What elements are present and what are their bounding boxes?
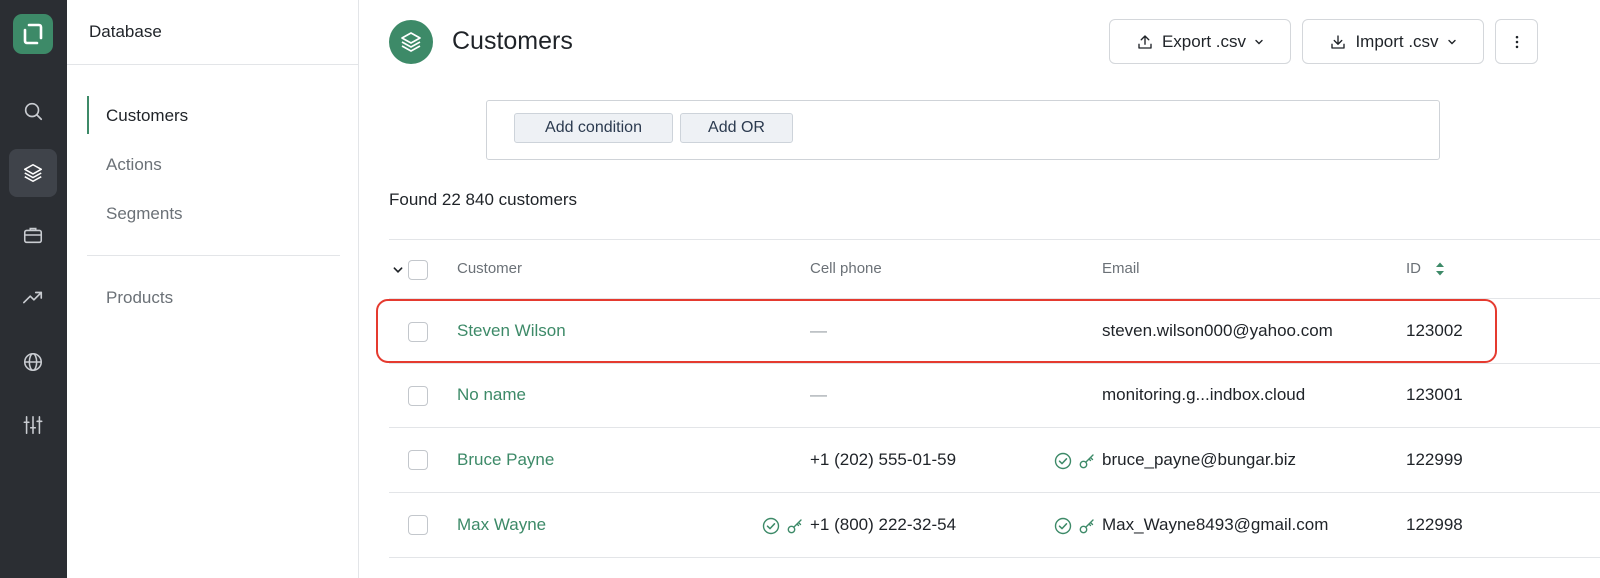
export-label: Export .csv [1161,31,1247,51]
active-nav-indicator [87,96,89,134]
database-sidebar: Database Customers Actions Segments Prod… [67,0,359,578]
row-checkbox[interactable] [408,515,428,535]
layers-icon [23,163,43,183]
import-label: Import .csv [1355,31,1439,51]
sidebar-item-customers[interactable]: Customers [106,106,188,126]
check-circle-icon [762,517,780,535]
select-all-checkbox[interactable] [408,260,428,280]
chevron-down-icon[interactable] [392,264,404,276]
check-circle-icon [1054,452,1072,470]
row-checkbox[interactable] [408,386,428,406]
layers-icon [401,32,421,52]
add-or-button[interactable]: Add OR [680,113,793,143]
row-checkbox[interactable] [408,450,428,470]
table-divider [389,557,1600,558]
page-icon [389,20,433,64]
rail-briefcase-button[interactable] [9,211,57,259]
cell-phone: +1 (800) 222-32-54 [810,515,957,534]
add-condition-button[interactable]: Add condition [514,113,673,143]
rail-settings-button[interactable] [9,401,57,449]
customer-name-link[interactable]: Bruce Payne [457,450,554,470]
column-header-customer[interactable]: Customer [457,260,522,277]
rail-database-button[interactable] [9,149,57,197]
customer-name-link[interactable]: Max Wayne [457,515,546,535]
key-icon [1079,519,1094,534]
upload-icon [1138,34,1152,49]
rail-analytics-button[interactable] [9,274,57,322]
sliders-icon [23,415,43,435]
email: Max_Wayne8493@gmail.com [1102,515,1329,534]
trending-up-icon [23,291,43,304]
rail-globe-button[interactable] [9,338,57,386]
table-divider [389,492,1600,493]
app-logo[interactable] [13,14,53,54]
email-verification-icons [1054,452,1096,470]
row-highlight [376,299,1497,363]
key-icon [1079,454,1094,469]
download-icon [1331,34,1346,49]
customer-id: 123001 [1406,385,1463,404]
sidebar-item-products[interactable]: Products [106,288,173,308]
cell-phone: — [810,385,827,404]
sidebar-title: Database [89,22,162,41]
more-options-button[interactable] [1495,19,1538,64]
export-csv-button[interactable]: Export .csv [1109,19,1291,64]
chevron-down-icon [1255,39,1263,44]
sidebar-divider [87,255,340,256]
rail-search-button[interactable] [9,87,57,135]
email: monitoring.g...indbox.cloud [1102,385,1306,404]
customer-name-link[interactable]: No name [457,385,526,405]
import-csv-button[interactable]: Import .csv [1302,19,1484,64]
logo-icon [23,23,43,45]
email: bruce_payne@bungar.biz [1102,450,1297,469]
chevron-down-icon [1447,39,1456,44]
email-verification-icons [1054,517,1096,535]
key-icon [787,519,802,534]
sidebar-divider [67,64,358,65]
search-icon [24,102,43,121]
briefcase-icon [23,227,43,244]
column-header-email[interactable]: Email [1102,260,1140,277]
column-header-cell-phone[interactable]: Cell phone [810,260,882,277]
cell-phone: +1 (202) 555-01-59 [810,450,957,469]
more-vertical-icon [1515,35,1518,48]
table-divider [389,239,1600,240]
table-divider [389,363,1600,364]
sort-icon[interactable] [1434,260,1446,278]
table-divider [389,427,1600,428]
customer-id: 122998 [1406,515,1463,534]
sidebar-item-segments[interactable]: Segments [106,204,183,224]
icon-rail [0,0,67,578]
column-header-id[interactable]: ID [1406,260,1421,277]
globe-icon [23,352,43,372]
results-count: Found 22 840 customers [389,190,578,209]
sidebar-item-actions[interactable]: Actions [106,155,162,175]
customer-id: 122999 [1406,450,1463,469]
phone-verification-icons [762,517,804,535]
page-title: Customers [452,27,573,55]
check-circle-icon [1054,517,1072,535]
filter-box: Add condition Add OR [486,100,1440,160]
